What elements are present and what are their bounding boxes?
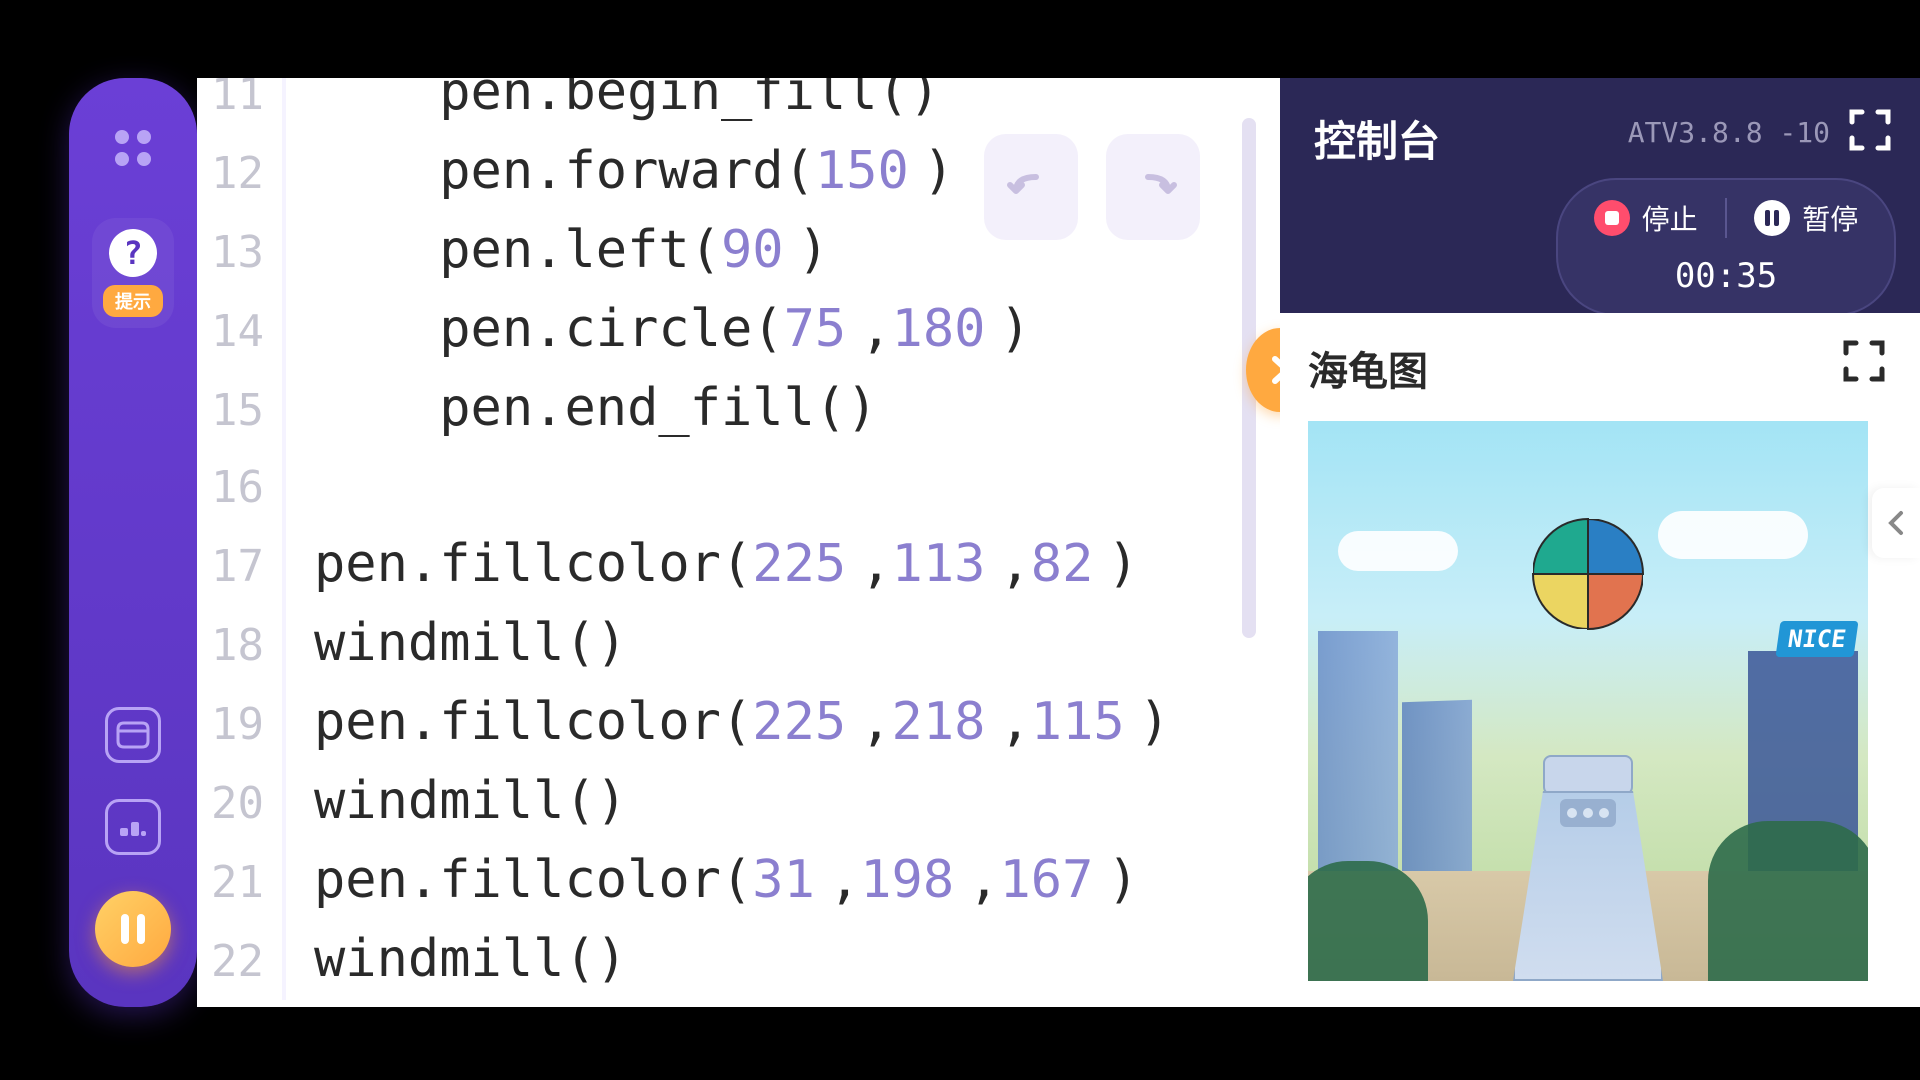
- code-line[interactable]: 19pen.fillcolor(225,218,115): [197, 684, 1280, 763]
- separator: [1725, 198, 1727, 238]
- sidebar: ? 提示: [69, 78, 197, 1007]
- code-line[interactable]: 20windmill(): [197, 763, 1280, 842]
- code-line[interactable]: 16: [197, 449, 1280, 526]
- code-line[interactable]: 14 pen.circle(75,180): [197, 291, 1280, 370]
- line-number: 12: [197, 135, 282, 212]
- code-content[interactable]: pen.fillcolor(225,218,115): [286, 684, 1170, 761]
- line-number: 20: [197, 765, 282, 842]
- windmill-pedestal: [1513, 755, 1663, 981]
- code-line[interactable]: 17pen.fillcolor(225,113,82): [197, 526, 1280, 605]
- turtle-panel: 海龟图 NICE: [1280, 313, 1920, 1007]
- turtle-title: 海龟图: [1308, 339, 1892, 397]
- redo-button[interactable]: [1106, 134, 1200, 240]
- code-content[interactable]: windmill(): [286, 605, 627, 682]
- collapse-right-button[interactable]: [1872, 488, 1920, 558]
- version-label: ATV3.8.8 -10: [1628, 116, 1830, 149]
- undo-button[interactable]: [984, 134, 1078, 240]
- stop-button[interactable]: 停止: [1594, 198, 1698, 238]
- right-panel: 控制台 ATV3.8.8 -10 停止 暂停 00:35: [1280, 78, 1920, 1007]
- sidebar-pause-button[interactable]: [95, 891, 171, 967]
- turtle-fullscreen-button[interactable]: [1842, 339, 1886, 383]
- line-number: 17: [197, 528, 282, 605]
- timer-label: 00:35: [1592, 256, 1860, 296]
- code-content[interactable]: pen.begin_fill(): [286, 78, 940, 131]
- line-number: 19: [197, 686, 282, 763]
- hint-button[interactable]: ? 提示: [92, 218, 174, 328]
- line-number: 15: [197, 372, 282, 449]
- line-number: 18: [197, 607, 282, 684]
- turtle-canvas: NICE: [1308, 421, 1868, 981]
- code-line[interactable]: 21pen.fillcolor(31,198,167): [197, 842, 1280, 921]
- code-line[interactable]: 18windmill(): [197, 605, 1280, 684]
- code-line[interactable]: 15 pen.end_fill(): [197, 370, 1280, 449]
- code-content[interactable]: pen.end_fill(): [286, 370, 878, 447]
- code-content[interactable]: windmill(): [286, 763, 627, 840]
- console-fullscreen-button[interactable]: [1848, 108, 1892, 152]
- line-number: 22: [197, 923, 282, 1000]
- pause-label: 暂停: [1802, 198, 1858, 238]
- stop-label: 停止: [1642, 198, 1698, 238]
- playback-controls: 停止 暂停 00:35: [1556, 178, 1896, 316]
- apps-button[interactable]: [103, 118, 163, 178]
- stop-icon: [1594, 200, 1630, 236]
- console-header: 控制台 ATV3.8.8 -10 停止 暂停 00:35: [1280, 78, 1920, 313]
- code-content[interactable]: pen.fillcolor(31,198,167): [286, 842, 1139, 919]
- line-number: 11: [197, 78, 282, 133]
- code-line[interactable]: 22windmill(): [197, 921, 1280, 1000]
- question-icon: ?: [109, 229, 157, 277]
- code-line[interactable]: 11 pen.begin_fill(): [197, 78, 1280, 133]
- pause-button[interactable]: 暂停: [1754, 198, 1858, 238]
- code-content[interactable]: pen.left(90): [286, 212, 829, 289]
- line-number: 21: [197, 844, 282, 921]
- code-content[interactable]: pen.fillcolor(225,113,82): [286, 526, 1139, 603]
- code-editor[interactable]: 11 pen.begin_fill()12 pen.forward(150)13…: [197, 78, 1280, 1007]
- files-button[interactable]: [105, 707, 161, 763]
- line-number: 13: [197, 214, 282, 291]
- nice-sign: NICE: [1776, 621, 1859, 657]
- hint-label: 提示: [103, 285, 163, 317]
- code-content[interactable]: windmill(): [286, 921, 627, 998]
- pause-icon: [1754, 200, 1790, 236]
- line-number: 16: [197, 449, 282, 526]
- code-content[interactable]: pen.circle(75,180): [286, 291, 1031, 368]
- line-number: 14: [197, 293, 282, 370]
- code-content[interactable]: pen.forward(150): [286, 133, 954, 210]
- layout-button[interactable]: [105, 799, 161, 855]
